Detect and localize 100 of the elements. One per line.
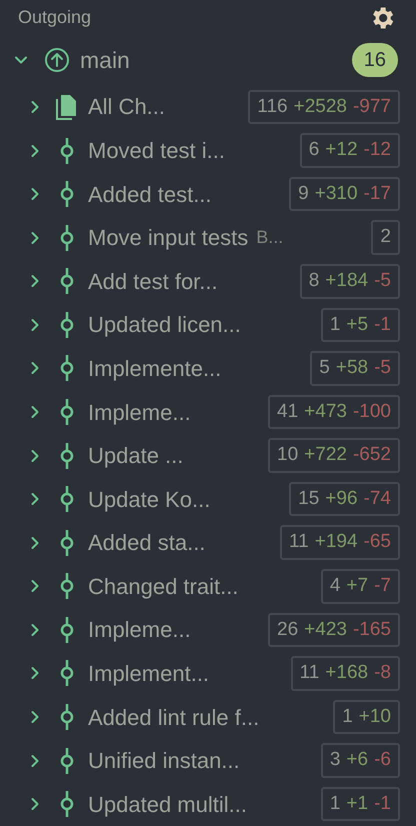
commit-title: Move input tests bbox=[88, 224, 248, 252]
stat-value: -100 bbox=[352, 400, 391, 424]
stat-value: 1 bbox=[342, 704, 353, 729]
stat-value: -17 bbox=[364, 182, 391, 206]
stat-value: +1 bbox=[346, 792, 368, 816]
stat-value: 15 bbox=[298, 486, 320, 511]
commit-title: Updated licen... bbox=[88, 311, 241, 340]
commit-title: Changed trait... bbox=[88, 572, 238, 601]
commit-row[interactable]: Added lint rule f... 1 +10 bbox=[0, 695, 416, 739]
stat-value: +96 bbox=[325, 486, 358, 511]
stat-value: +310 bbox=[314, 182, 358, 206]
stat-value: -1 bbox=[374, 312, 391, 337]
stat-value: -652 bbox=[352, 443, 391, 468]
stat-value: +10 bbox=[358, 704, 391, 729]
commit-title: Added lint rule f... bbox=[88, 704, 260, 732]
stat-value: 1 bbox=[330, 792, 340, 816]
commit-title: Moved test i... bbox=[88, 137, 225, 166]
stat-value: +6 bbox=[346, 748, 368, 772]
commit-title: Updated multil... bbox=[88, 790, 247, 819]
commit-icon bbox=[60, 791, 74, 818]
commit-row[interactable]: All Ch... 116 +2528 -977 bbox=[0, 85, 416, 129]
commit-row[interactable]: Unified instan... 3 +6 -6 bbox=[0, 738, 416, 782]
stat-value: 6 bbox=[308, 138, 320, 162]
commit-title: Added test... bbox=[88, 180, 212, 209]
commit-icon bbox=[60, 138, 74, 164]
stat-value: +12 bbox=[325, 138, 358, 162]
commit-icon bbox=[60, 399, 74, 425]
document-icon bbox=[56, 94, 78, 120]
stat-value: -65 bbox=[364, 530, 391, 554]
commit-row[interactable]: Added test... 9 +310 -17 bbox=[0, 172, 416, 216]
stat-value: 10 bbox=[277, 443, 298, 468]
commit-icon bbox=[60, 312, 74, 338]
commit-icon bbox=[60, 704, 74, 730]
commit-row[interactable]: Update Ko... 15 +96 -74 bbox=[0, 477, 416, 521]
stat-value: +58 bbox=[336, 356, 368, 380]
stat-value: 116 bbox=[257, 94, 288, 119]
author-label: B... bbox=[256, 226, 284, 250]
commit-count: 16 bbox=[352, 43, 398, 78]
commit-title: All Ch... bbox=[88, 93, 166, 122]
stat-value: 8 bbox=[308, 269, 320, 294]
commit-icon bbox=[60, 486, 74, 512]
commit-row[interactable]: Implemente... 5 +58 -5 bbox=[0, 346, 416, 390]
stat-value: 11 bbox=[289, 530, 309, 554]
commit-icon bbox=[60, 748, 74, 774]
upload-icon bbox=[44, 47, 70, 74]
stat-value: -7 bbox=[374, 574, 391, 598]
stat-value: +194 bbox=[314, 530, 358, 554]
commit-row[interactable]: Impleme... 41 +473 -100 bbox=[0, 390, 416, 434]
stat-value: +722 bbox=[304, 443, 347, 468]
commit-title: Added sta... bbox=[88, 529, 206, 558]
stat-value: +2528 bbox=[294, 94, 347, 119]
stat-value: -5 bbox=[374, 269, 391, 294]
stat-value: 1 bbox=[330, 312, 340, 337]
commit-row[interactable]: Changed trait... 4 +7 -7 bbox=[0, 564, 416, 608]
commit-title: Add test for... bbox=[88, 268, 218, 296]
section-title: Outgoing bbox=[18, 6, 92, 30]
commit-row[interactable]: Move input tests B... 2 bbox=[0, 216, 416, 260]
commit-row[interactable]: Updated licen... 1 +5 -1 bbox=[0, 303, 416, 347]
commit-title: Impleme... bbox=[88, 616, 191, 644]
stat-value: 26 bbox=[277, 618, 298, 642]
commit-icon bbox=[60, 573, 74, 600]
stat-value: -6 bbox=[374, 748, 391, 772]
commit-icon bbox=[60, 224, 74, 251]
stat-value: -74 bbox=[364, 486, 391, 511]
commit-row[interactable]: Updated multil... 1 +1 -1 bbox=[0, 782, 416, 826]
branch-name[interactable]: main bbox=[80, 43, 130, 78]
stat-value: 9 bbox=[298, 182, 309, 206]
stat-value: -165 bbox=[352, 618, 391, 642]
stat-value: -8 bbox=[374, 661, 391, 686]
stat-value: -5 bbox=[374, 356, 391, 380]
commit-row[interactable]: Moved test i... 6 +12 -12 bbox=[0, 128, 416, 172]
stat-value: -12 bbox=[364, 138, 391, 162]
commit-icon bbox=[60, 660, 74, 686]
commit-icon bbox=[60, 530, 74, 556]
commit-icon bbox=[60, 181, 74, 208]
stat-value: 11 bbox=[300, 661, 320, 686]
commit-row[interactable]: Added sta... 11 +194 -65 bbox=[0, 520, 416, 565]
commit-title: Unified instan... bbox=[88, 747, 240, 776]
stat-value: +7 bbox=[346, 574, 368, 598]
commit-row[interactable]: Impleme... 26 +423 -165 bbox=[0, 608, 416, 652]
stat-value: +473 bbox=[304, 400, 347, 424]
stat-value: 3 bbox=[330, 748, 340, 772]
stat-value: +5 bbox=[346, 312, 368, 337]
commit-title: Implemente... bbox=[88, 354, 222, 383]
commit-icon bbox=[60, 616, 74, 643]
commit-title: Impleme... bbox=[88, 398, 191, 427]
commit-icon bbox=[60, 442, 74, 469]
commit-title: Update Ko... bbox=[88, 486, 210, 514]
stat-value: +423 bbox=[304, 618, 347, 642]
stat-value: +168 bbox=[325, 661, 368, 686]
stat-value: -1 bbox=[374, 792, 391, 816]
stat-value: -977 bbox=[352, 94, 391, 119]
commit-title: Implement... bbox=[88, 660, 210, 688]
stat-value: +184 bbox=[325, 269, 368, 294]
stat-value: 4 bbox=[330, 574, 340, 598]
commit-row[interactable]: Update ... 10 +722 -652 bbox=[0, 434, 416, 478]
commit-icon bbox=[60, 268, 74, 294]
commit-row[interactable]: Implement... 11 +168 -8 bbox=[0, 652, 416, 696]
commit-row[interactable]: Add test for... 8 +184 -5 bbox=[0, 259, 416, 304]
stat-value: 2 bbox=[380, 225, 391, 250]
